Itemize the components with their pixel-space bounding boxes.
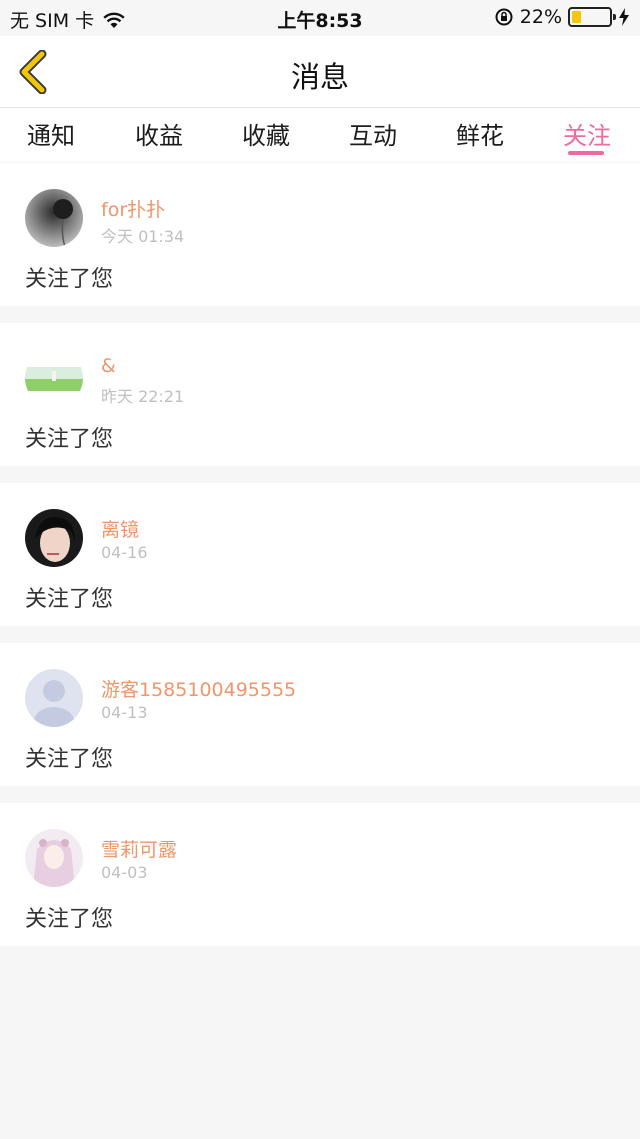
nav-bar: 消息 (0, 36, 640, 108)
battery-icon (568, 7, 616, 27)
username[interactable]: for扑扑 (101, 195, 165, 222)
message-text: 关注了您 (25, 907, 114, 932)
timestamp: 04-13 (101, 703, 148, 722)
username[interactable]: & (101, 355, 116, 377)
tab-bar: 通知 收益 收藏 互动 鲜花 关注 (0, 108, 640, 162)
avatar[interactable] (25, 189, 83, 247)
timestamp: 04-16 (101, 543, 148, 562)
avatar[interactable] (25, 829, 83, 887)
message-text: 关注了您 (25, 267, 114, 292)
message-card[interactable]: & 昨天 22:21 关注了您 (0, 323, 640, 466)
tab-follows[interactable]: 关注 (551, 116, 623, 151)
active-tab-indicator (568, 151, 604, 155)
message-card[interactable]: for扑扑 今天 01:34 关注了您 (0, 163, 640, 306)
tab-interactions[interactable]: 互动 (337, 116, 409, 151)
message-text: 关注了您 (25, 747, 114, 772)
battery-percent: 22% (519, 6, 562, 28)
tab-earnings[interactable]: 收益 (123, 116, 195, 151)
message-card[interactable]: 离镜 04-16 关注了您 (0, 483, 640, 626)
avatar[interactable] (25, 509, 83, 567)
orientation-lock-icon (495, 8, 513, 26)
message-text: 关注了您 (25, 587, 114, 612)
username[interactable]: 离镜 (101, 515, 139, 542)
username[interactable]: 雪莉可露 (101, 835, 177, 862)
username[interactable]: 游客1585100495555 (101, 675, 296, 702)
status-bar: 无 SIM 卡 上午8:53 22% (0, 0, 640, 36)
avatar[interactable] (25, 669, 83, 727)
avatar[interactable] (25, 349, 83, 407)
message-text: 关注了您 (25, 427, 114, 452)
message-card[interactable]: 雪莉可露 04-03 关注了您 (0, 803, 640, 946)
charging-bolt-icon (619, 8, 629, 26)
timestamp: 04-03 (101, 863, 148, 882)
tab-favorites[interactable]: 收藏 (230, 116, 302, 151)
tab-notifications[interactable]: 通知 (15, 116, 87, 151)
battery-tip (613, 14, 616, 20)
tab-flowers[interactable]: 鲜花 (444, 116, 516, 151)
status-right: 22% (494, 6, 630, 28)
battery-fill (572, 11, 581, 23)
timestamp: 昨天 22:21 (101, 387, 185, 406)
message-card[interactable]: 游客1585100495555 04-13 关注了您 (0, 643, 640, 786)
page-title: 消息 (290, 60, 349, 94)
timestamp: 今天 01:34 (101, 227, 185, 246)
